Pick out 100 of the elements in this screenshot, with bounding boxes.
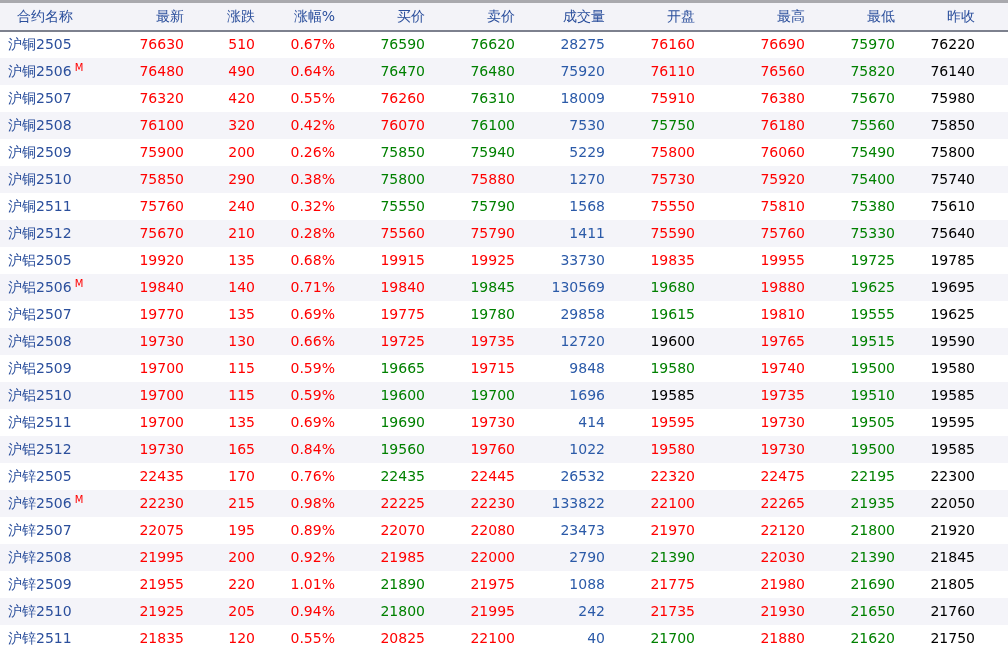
contract-name: 沪铜2508 (8, 116, 72, 133)
contract-name: 沪铝2506 (8, 278, 72, 295)
table-cell: 21890 (335, 570, 425, 598)
table-cell: 76260 (335, 84, 425, 112)
column-header[interactable]: 最低 (805, 1, 895, 31)
table-cell: 75400 (805, 165, 895, 193)
table-cell: 75920 (515, 57, 605, 85)
table-cell: 75850 (110, 165, 184, 193)
column-header[interactable]: 买价 (335, 1, 425, 31)
table-cell: 76480 (110, 57, 184, 85)
table-cell: 75610 (895, 192, 975, 220)
table-cell: 19615 (605, 300, 695, 328)
table-cell: 0.69% (255, 408, 335, 436)
table-cell: 76560 (695, 57, 805, 85)
table-cell: 19625 (895, 300, 975, 328)
table-cell: 22265 (695, 489, 805, 517)
table-cell: 75740 (895, 165, 975, 193)
table-cell: 76480 (425, 57, 515, 85)
table-cell: 76100 (110, 111, 184, 139)
table-cell: 21700 (605, 624, 695, 652)
table-cell: 75920 (695, 165, 805, 193)
table-cell: 0.38% (255, 165, 335, 193)
column-header[interactable]: 卖价 (425, 1, 515, 31)
table-cell: 0.92% (255, 543, 335, 571)
table-cell: 75670 (110, 219, 184, 247)
table-cell: 290 (184, 165, 255, 193)
table-cell: 135 (184, 300, 255, 328)
table-cell: 510 (184, 30, 255, 58)
table-cell: 0.69% (255, 300, 335, 328)
table-cell: 21805 (895, 570, 975, 598)
table-cell: 22435 (335, 462, 425, 490)
table-cell: 75790 (425, 192, 515, 220)
column-header[interactable]: 最新 (110, 1, 184, 31)
table-cell: 75800 (335, 165, 425, 193)
table-cell: 76590 (335, 30, 425, 58)
table-cell: 19775 (335, 300, 425, 328)
table-cell: 0.67% (255, 30, 335, 58)
table-cell: 19840 (110, 273, 184, 301)
column-header[interactable]: 涨幅% (255, 1, 335, 31)
table-cell: 19695 (895, 273, 975, 301)
table-cell: 0.66% (255, 327, 335, 355)
table-cell: 19595 (895, 408, 975, 436)
table-cell: 0.59% (255, 354, 335, 382)
contract-name: 沪铝2509 (8, 359, 72, 376)
table-cell: 115 (184, 381, 255, 409)
column-header[interactable]: 涨跌 (184, 1, 255, 31)
table-cell: 22030 (695, 543, 805, 571)
table-cell: 133822 (515, 489, 605, 517)
table-cell: 135 (184, 408, 255, 436)
table-cell: 22195 (805, 462, 895, 490)
table-cell: 0.55% (255, 84, 335, 112)
table-cell: 76160 (605, 30, 695, 58)
table-cell: 21955 (110, 570, 184, 598)
table-cell: 240 (184, 192, 255, 220)
table-cell: 414 (515, 408, 605, 436)
table-cell: 76380 (695, 84, 805, 112)
table-cell: 76690 (695, 30, 805, 58)
table-cell: 1270 (515, 165, 605, 193)
table-cell: 0.28% (255, 219, 335, 247)
table-cell: 22435 (110, 462, 184, 490)
table-cell: 76470 (335, 57, 425, 85)
column-header[interactable]: 开盘 (605, 1, 695, 31)
table-cell: 19585 (605, 381, 695, 409)
table-cell: 20825 (335, 624, 425, 652)
main-contract-marker: M (74, 61, 84, 73)
table-cell: 19730 (695, 435, 805, 463)
table-cell: 21935 (805, 489, 895, 517)
table-cell: 19560 (335, 435, 425, 463)
table-cell: 0.26% (255, 138, 335, 166)
table-cell: 19880 (695, 273, 805, 301)
table-cell: 21390 (805, 543, 895, 571)
table-cell: 75910 (605, 84, 695, 112)
column-header[interactable]: 成交量 (515, 1, 605, 31)
contract-name: 沪铜2509 (8, 143, 72, 160)
table-cell: 205 (184, 597, 255, 625)
table-cell: 0.59% (255, 381, 335, 409)
table-cell: 1.01% (255, 570, 335, 598)
column-header[interactable]: 合约名称 (0, 1, 110, 31)
table-cell: 19585 (895, 381, 975, 409)
table-cell: 75880 (425, 165, 515, 193)
table-cell: 21800 (335, 597, 425, 625)
table-cell: 75810 (695, 192, 805, 220)
column-header[interactable]: 最高 (695, 1, 805, 31)
contract-name: 沪锌2508 (8, 548, 72, 565)
table-cell: 76620 (425, 30, 515, 58)
table-cell: 75980 (895, 84, 975, 112)
table-cell: 19725 (805, 246, 895, 274)
table-cell: 0.42% (255, 111, 335, 139)
table-cell: 21970 (605, 516, 695, 544)
table-cell: 0.68% (255, 246, 335, 274)
table-cell: 0.98% (255, 489, 335, 517)
table-cell: 200 (184, 543, 255, 571)
table-cell: 21835 (110, 624, 184, 652)
column-header[interactable]: 昨收 (895, 1, 975, 31)
table-cell: 22050 (895, 489, 975, 517)
table-cell: 19740 (695, 354, 805, 382)
table-cell: 75640 (895, 219, 975, 247)
table-cell: 19780 (425, 300, 515, 328)
table-cell: 9848 (515, 354, 605, 382)
contract-name: 沪锌2510 (8, 602, 72, 619)
